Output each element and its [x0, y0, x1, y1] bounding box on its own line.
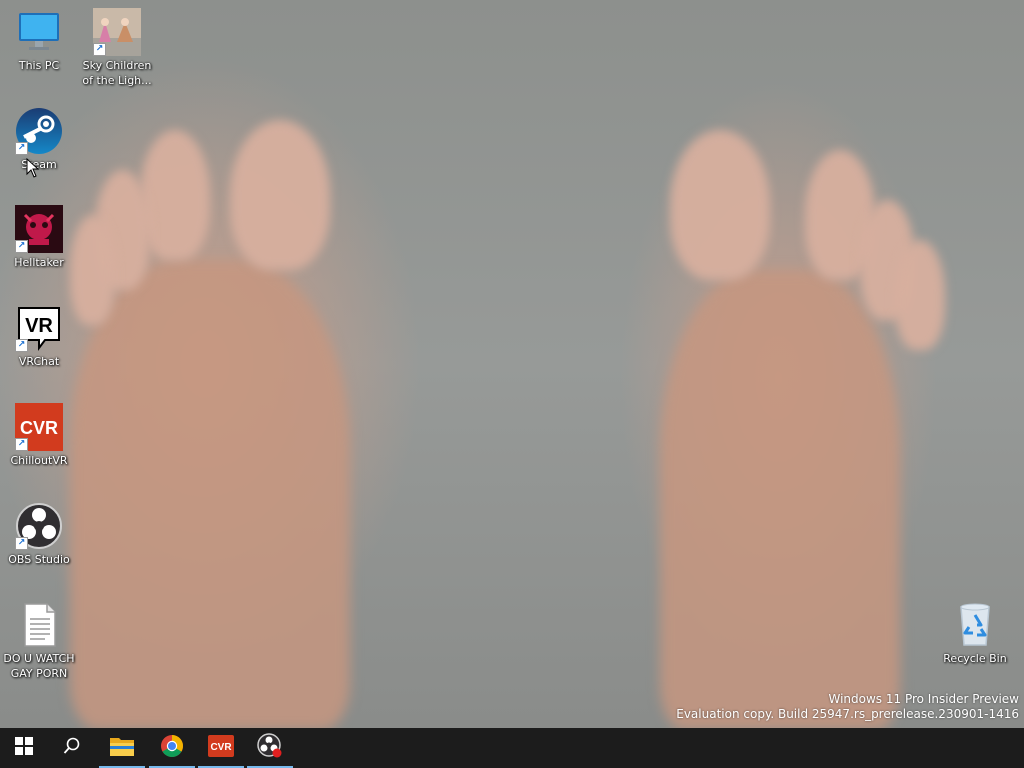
- icon-label: DO U WATCH GAY PORN: [3, 652, 75, 680]
- desktop-icon-recycle-bin[interactable]: Recycle Bin: [937, 601, 1013, 666]
- desktop-icon-vrchat[interactable]: VR ↗ VRChat: [1, 304, 77, 369]
- watermark-build: Evaluation copy. Build 25947.rs_prerelea…: [676, 707, 1019, 721]
- chilloutvr-icon: CVR ↗: [15, 403, 63, 451]
- desktop-wallpaper: [0, 0, 1024, 728]
- desktop-icon-sky[interactable]: ↗ Sky Children of the Ligh...: [79, 8, 155, 88]
- icon-label: ChilloutVR: [10, 454, 68, 467]
- taskbar-chilloutvr[interactable]: CVR: [197, 728, 245, 768]
- steam-icon: ↗: [15, 107, 63, 155]
- windows-watermark: Windows 11 Pro Insider Preview Evaluatio…: [676, 692, 1019, 722]
- icon-label: This PC: [18, 59, 60, 72]
- icon-label: Sky Children of the Ligh...: [82, 59, 152, 87]
- monitor-icon: [15, 8, 63, 56]
- taskbar-file-explorer[interactable]: [98, 728, 146, 768]
- desktop-icon-text-file[interactable]: DO U WATCH GAY PORN: [1, 601, 77, 681]
- taskbar-obs[interactable]: [246, 728, 294, 768]
- shortcut-arrow-icon: ↗: [15, 240, 28, 253]
- sky-game-icon: ↗: [93, 8, 141, 56]
- chilloutvr-taskbar-logo-text: CVR: [210, 742, 232, 753]
- shortcut-arrow-icon: ↗: [15, 438, 28, 451]
- icon-label: Helltaker: [14, 256, 64, 269]
- windows-logo-icon: [15, 737, 33, 759]
- recycle-bin-icon: [951, 601, 999, 649]
- shortcut-arrow-icon: ↗: [15, 142, 28, 155]
- vrchat-icon: VR ↗: [15, 304, 63, 352]
- desktop-icon-this-pc[interactable]: This PC: [1, 8, 77, 73]
- search-icon: [63, 737, 81, 759]
- icon-label: VRChat: [18, 355, 60, 368]
- taskbar: CVR: [0, 728, 1024, 768]
- chilloutvr-icon: CVR: [208, 735, 234, 761]
- chrome-icon: [160, 734, 184, 762]
- vrchat-logo-text: VR: [25, 315, 53, 337]
- desktop-icon-chilloutvr[interactable]: CVR ↗ ChilloutVR: [1, 403, 77, 468]
- obs-icon: [257, 733, 283, 763]
- taskbar-chrome[interactable]: [148, 728, 196, 768]
- search-button[interactable]: [48, 728, 96, 768]
- shortcut-arrow-icon: ↗: [15, 339, 28, 352]
- folder-icon: [109, 735, 135, 761]
- obs-icon: ↗: [15, 502, 63, 550]
- desktop-icon-helltaker[interactable]: ↗ Helltaker: [1, 205, 77, 270]
- recording-badge-icon: [272, 748, 282, 758]
- desktop-icon-obs[interactable]: ↗ OBS Studio: [1, 502, 77, 567]
- icon-label: Recycle Bin: [943, 652, 1007, 665]
- shortcut-arrow-icon: ↗: [93, 43, 106, 56]
- watermark-edition: Windows 11 Pro Insider Preview: [828, 692, 1019, 706]
- chilloutvr-logo-text: CVR: [20, 418, 58, 438]
- helltaker-icon: ↗: [15, 205, 63, 253]
- start-button[interactable]: [0, 728, 48, 768]
- icon-label: OBS Studio: [8, 553, 70, 566]
- text-file-icon: [15, 601, 63, 649]
- shortcut-arrow-icon: ↗: [15, 537, 28, 550]
